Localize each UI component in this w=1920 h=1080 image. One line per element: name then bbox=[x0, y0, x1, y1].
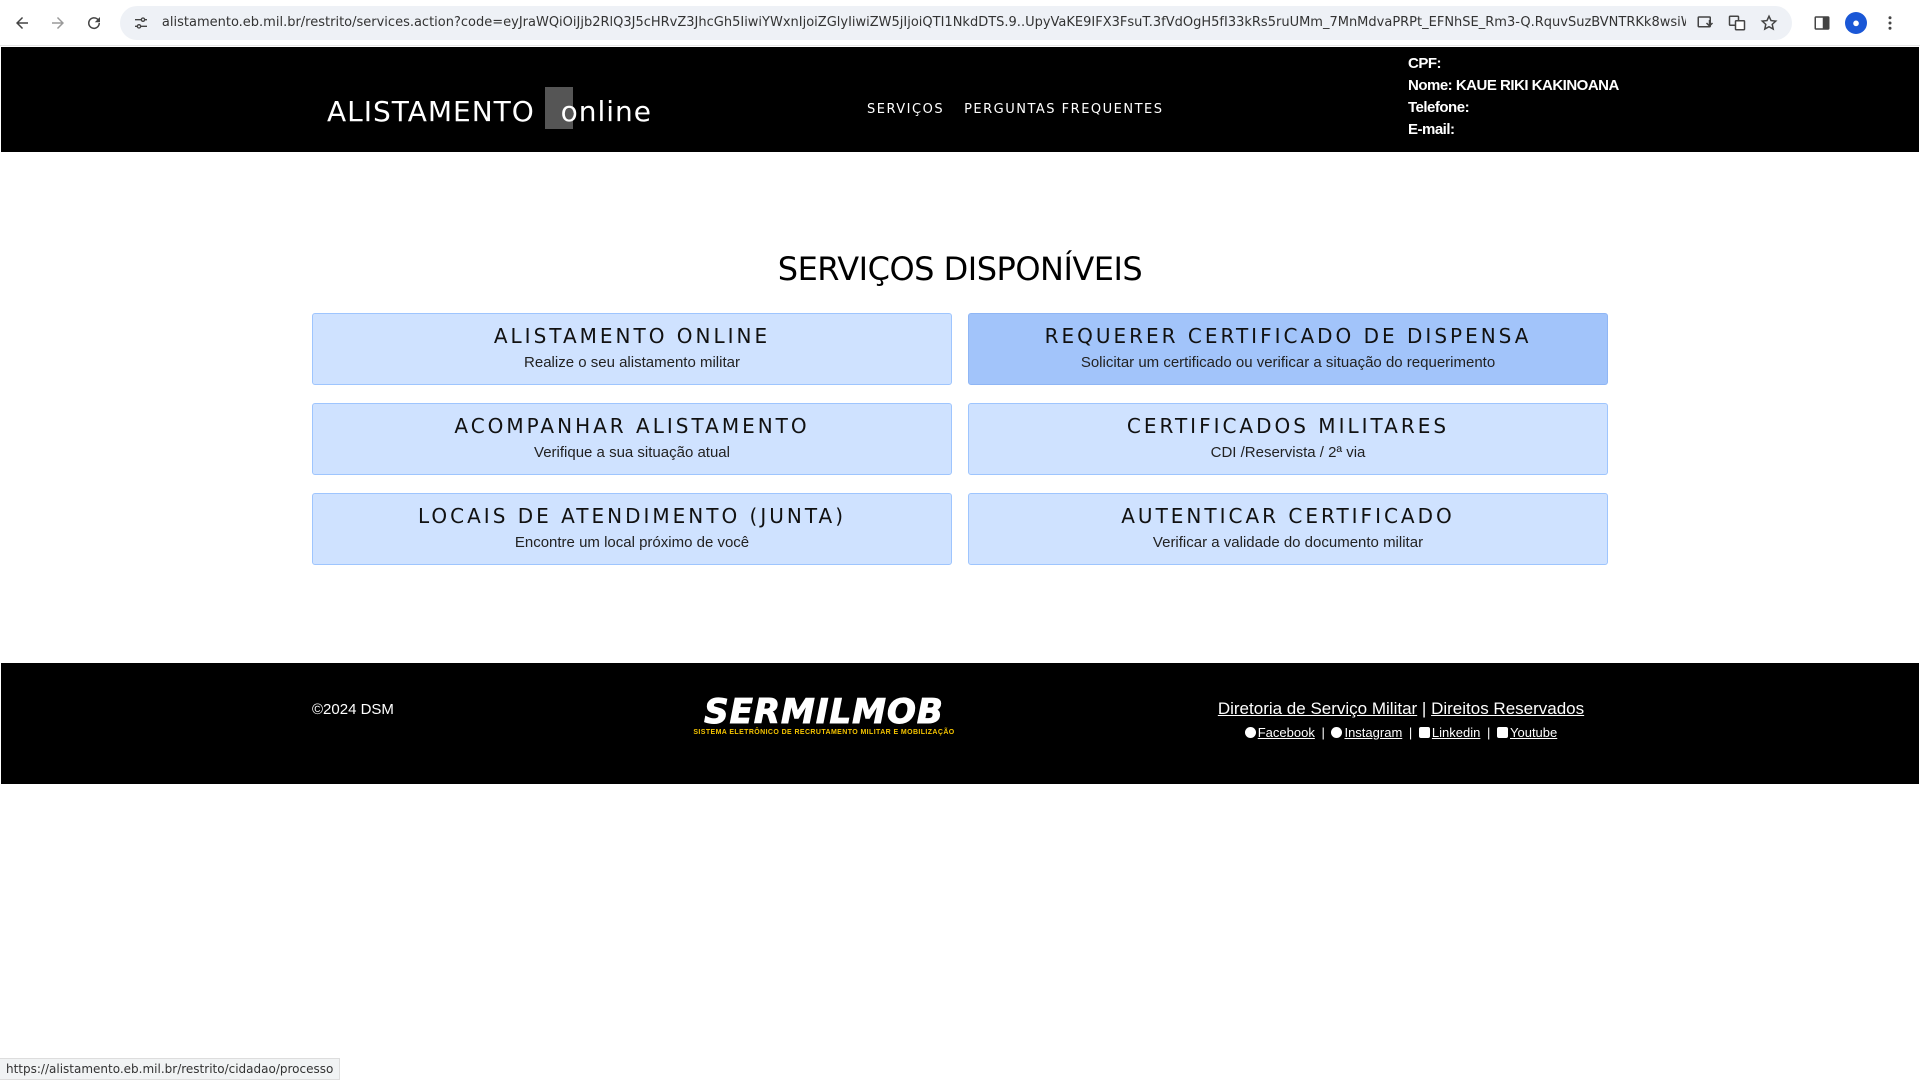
nav-servicos[interactable]: SERVIÇOS bbox=[867, 102, 944, 117]
arrow-left-icon bbox=[16, 16, 28, 29]
card-subtitle: Encontre um local próximo de você bbox=[514, 534, 750, 551]
side-panel-button[interactable] bbox=[1808, 9, 1836, 37]
service-card-acompanhar-alistamento[interactable]: ACOMPANHAR ALISTAMENTO Verifique a sua s… bbox=[312, 403, 952, 475]
browser-menu-button[interactable] bbox=[1876, 9, 1904, 37]
service-card-locais-atendimento[interactable]: LOCAIS DE ATENDIMENTO (JUNTA) Encontre u… bbox=[312, 493, 952, 565]
site-footer: ©2024 DSM SERMILMOB SISTEMA ELETRÔNICO D… bbox=[1, 663, 1919, 784]
link-facebook[interactable]: Facebook bbox=[1244, 725, 1315, 740]
card-subtitle: Verificar a validade do documento milita… bbox=[1152, 534, 1424, 551]
services-grid: ALISTAMENTO ONLINE Realize o seu alistam… bbox=[312, 313, 1608, 565]
service-card-autenticar-certificado[interactable]: AUTENTICAR CERTIFICADO Verificar a valid… bbox=[968, 493, 1608, 565]
user-phone: Telefone: bbox=[1408, 99, 1470, 116]
link-linkedin[interactable]: Linkedin bbox=[1418, 725, 1480, 740]
service-card-certificados-militares[interactable]: CERTIFICADOS MILITARES CDI /Reservista /… bbox=[968, 403, 1608, 475]
instagram-icon bbox=[1331, 727, 1343, 738]
youtube-icon bbox=[1497, 727, 1508, 738]
card-title: LOCAIS DE ATENDIMENTO (JUNTA) bbox=[417, 504, 847, 528]
avatar-icon: ● bbox=[1845, 11, 1867, 34]
site-header: ALISTAMENTO online SERVIÇOS PERGUNTAS FR… bbox=[1, 47, 1919, 152]
card-subtitle: Verifique a sua situação atual bbox=[534, 444, 730, 461]
kebab-menu-icon bbox=[1888, 15, 1892, 30]
copyright: ©2024 DSM bbox=[312, 701, 394, 718]
linkedin-icon bbox=[1418, 727, 1430, 738]
card-subtitle: CDI /Reservista / 2ª via bbox=[1210, 444, 1366, 461]
brand-main: SERMILMOB bbox=[704, 692, 944, 732]
link-youtube[interactable]: Youtube bbox=[1497, 725, 1557, 740]
social-links: Facebook | Instagram | Linkedin | Youtub… bbox=[1151, 725, 1651, 740]
link-instagram[interactable]: Instagram bbox=[1331, 725, 1402, 740]
install-app-icon[interactable] bbox=[1692, 10, 1718, 36]
user-cpf: CPF: bbox=[1408, 55, 1442, 72]
profile-button[interactable]: ● bbox=[1842, 9, 1870, 37]
logo-suffix: online bbox=[560, 95, 653, 128]
link-diretoria[interactable]: Diretoria de Serviço Militar bbox=[1218, 699, 1417, 718]
service-card-certificado-dispensa[interactable]: REQUERER CERTIFICADO DE DISPENSA Solicit… bbox=[968, 313, 1608, 385]
page-title: SERVIÇOS DISPONÍVEIS bbox=[777, 250, 1143, 288]
user-email: E-mail: bbox=[1408, 121, 1455, 138]
arrow-right-icon bbox=[52, 16, 64, 29]
footer-links: Diretoria de Serviço Militar | Direitos … bbox=[1151, 699, 1651, 740]
link-separator: | bbox=[1421, 699, 1427, 718]
card-title: REQUERER CERTIFICADO DE DISPENSA bbox=[1044, 324, 1532, 348]
side-panel-icon bbox=[1814, 15, 1830, 30]
bookmark-star-icon[interactable] bbox=[1756, 10, 1782, 36]
address-bar[interactable]: alistamento.eb.mil.br/restrito/services.… bbox=[120, 5, 1792, 40]
card-subtitle: Solicitar um certificado ou verificar a … bbox=[1080, 354, 1496, 371]
user-name: Nome: KAUE RIKI KAKINOANA bbox=[1408, 77, 1619, 94]
translate-icon[interactable] bbox=[1724, 10, 1750, 36]
site-settings-icon[interactable] bbox=[130, 12, 152, 34]
forward-button[interactable] bbox=[44, 9, 72, 37]
service-card-alistamento-online[interactable]: ALISTAMENTO ONLINE Realize o seu alistam… bbox=[312, 313, 952, 385]
site-logo[interactable]: ALISTAMENTO online bbox=[327, 87, 652, 129]
link-direitos[interactable]: Direitos Reservados bbox=[1431, 699, 1584, 718]
reload-button[interactable] bbox=[80, 9, 108, 37]
user-info: CPF: Nome: KAUE RIKI KAKINOANA Telefone:… bbox=[1408, 53, 1619, 141]
nav-perguntas-frequentes[interactable]: PERGUNTAS FREQUENTES bbox=[964, 102, 1163, 117]
sermilmob-logo: SERMILMOB SISTEMA ELETRÔNICO DE RECRUTAM… bbox=[651, 692, 997, 737]
browser-toolbar: alistamento.eb.mil.br/restrito/services.… bbox=[0, 0, 1920, 46]
facebook-icon bbox=[1244, 727, 1256, 738]
url-text[interactable]: alistamento.eb.mil.br/restrito/services.… bbox=[162, 15, 1686, 30]
card-subtitle: Realize o seu alistamento militar bbox=[524, 354, 740, 371]
back-button[interactable] bbox=[8, 9, 36, 37]
card-title: CERTIFICADOS MILITARES bbox=[1126, 414, 1450, 438]
logo-main: ALISTAMENTO bbox=[327, 95, 535, 128]
status-url: https://alistamento.eb.mil.br/restrito/c… bbox=[0, 1058, 341, 1080]
reload-icon bbox=[88, 16, 101, 29]
main-nav: SERVIÇOS PERGUNTAS FREQUENTES bbox=[867, 102, 1164, 117]
brand-sub: SISTEMA ELETRÔNICO DE RECRUTAMENTO MILIT… bbox=[693, 729, 955, 736]
card-title: AUTENTICAR CERTIFICADO bbox=[1121, 504, 1455, 528]
card-title: ALISTAMENTO ONLINE bbox=[493, 324, 771, 348]
card-title: ACOMPANHAR ALISTAMENTO bbox=[454, 414, 810, 438]
